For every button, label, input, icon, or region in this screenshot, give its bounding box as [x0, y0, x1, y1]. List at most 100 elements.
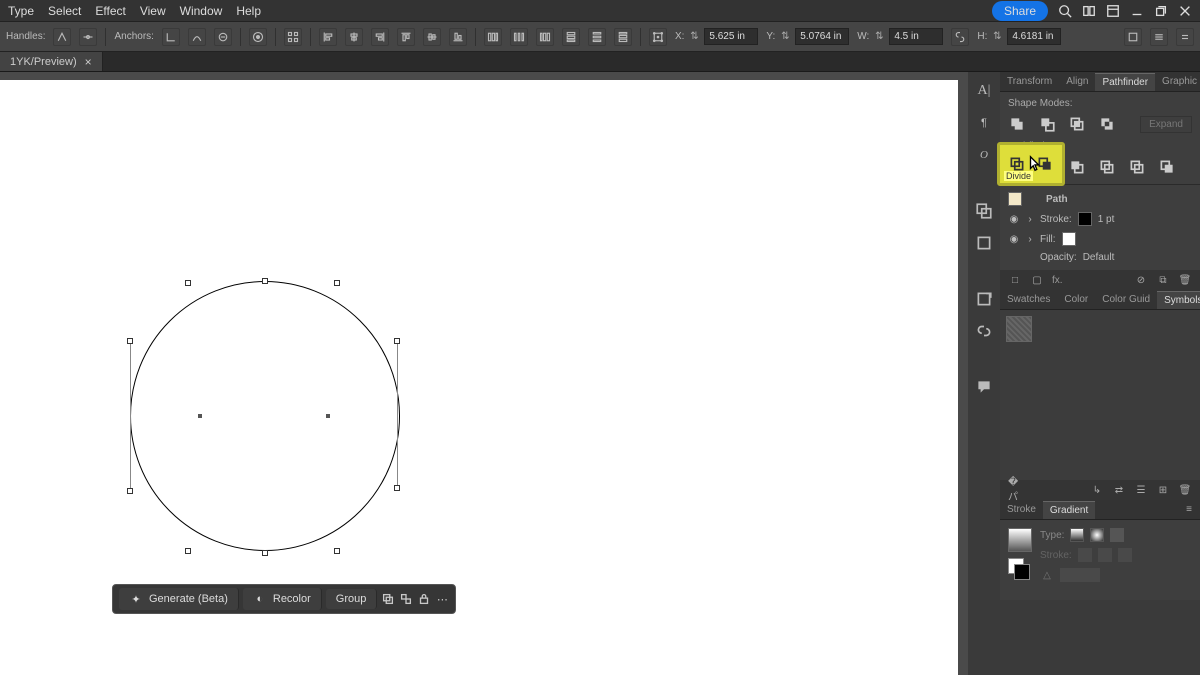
more-options-icon[interactable] — [1176, 28, 1194, 46]
tab-pathfinder[interactable]: Pathfinder — [1095, 73, 1155, 91]
menu-window[interactable]: Window — [180, 4, 223, 18]
group-button[interactable]: Group — [326, 589, 378, 609]
sel-handle-br[interactable] — [334, 548, 340, 554]
sel-handle-tr[interactable] — [334, 280, 340, 286]
close-tab-icon[interactable]: × — [85, 55, 92, 69]
transform-dock-icon[interactable] — [975, 234, 993, 252]
opacity-value[interactable]: Default — [1083, 252, 1115, 263]
align-top-icon[interactable] — [397, 28, 415, 46]
bezier-handle-l1[interactable] — [127, 338, 133, 344]
share-button[interactable]: Share — [992, 1, 1048, 21]
bezier-handle-r1[interactable] — [394, 338, 400, 344]
sel-handle-tl[interactable] — [185, 280, 191, 286]
search-icon[interactable] — [1058, 4, 1072, 18]
recolor-button[interactable]: ◐ Recolor — [243, 588, 322, 610]
list-view-icon[interactable] — [1150, 28, 1168, 46]
align-right-icon[interactable] — [371, 28, 389, 46]
ellipse-path[interactable] — [130, 281, 400, 551]
tab-color-guide[interactable]: Color Guid — [1095, 291, 1157, 308]
merge-icon[interactable] — [1068, 158, 1086, 176]
workspace-switcher-icon[interactable] — [1106, 4, 1120, 18]
clear-appearance-icon[interactable]: ⊘ — [1134, 273, 1148, 287]
exclude-icon[interactable] — [1098, 115, 1116, 133]
crop-icon[interactable] — [1098, 158, 1116, 176]
tab-transform[interactable]: Transform — [1000, 73, 1059, 90]
symbol-thumbnail[interactable] — [1006, 316, 1032, 342]
h-input[interactable] — [1007, 28, 1061, 45]
distribute-v-center-icon[interactable] — [588, 28, 606, 46]
convert-smooth-icon[interactable] — [188, 28, 206, 46]
export-panel-icon[interactable] — [975, 290, 993, 308]
fx-label[interactable]: fx. — [1052, 275, 1063, 286]
isolate-icon[interactable] — [249, 28, 267, 46]
unite-icon[interactable] — [1008, 115, 1026, 133]
angle-field[interactable] — [1060, 568, 1100, 582]
arrange-icon[interactable] — [381, 592, 395, 606]
delete-item-icon[interactable]: 🗑 — [1178, 273, 1192, 287]
sel-handle-bl[interactable] — [185, 548, 191, 554]
sel-handle-tc[interactable] — [262, 278, 268, 284]
fill-visibility-icon[interactable]: ◉ — [1008, 233, 1020, 245]
stroke-grad-1-icon[interactable] — [1078, 548, 1092, 562]
distribute-h-right-icon[interactable] — [536, 28, 554, 46]
panel-menu-icon[interactable]: ≡ — [1182, 503, 1196, 517]
intersect-icon[interactable] — [1068, 115, 1086, 133]
close-window-icon[interactable] — [1178, 4, 1192, 18]
delete-symbol-icon[interactable]: 🗑 — [1178, 483, 1192, 497]
opentype-panel-icon[interactable]: O — [975, 146, 993, 164]
minus-back-icon[interactable] — [1158, 158, 1176, 176]
menu-help[interactable]: Help — [236, 4, 261, 18]
transform-ref-icon[interactable] — [649, 28, 667, 46]
link-wh-icon[interactable] — [951, 28, 969, 46]
generate-beta-button[interactable]: ✦ Generate (Beta) — [119, 588, 239, 610]
bezier-handle-l2[interactable] — [127, 488, 133, 494]
place-symbol-icon[interactable]: ↳ — [1090, 483, 1104, 497]
links-panel-icon[interactable] — [975, 322, 993, 340]
snap-pixel-icon[interactable] — [1124, 28, 1142, 46]
tab-color[interactable]: Color — [1057, 291, 1095, 308]
linear-gradient-icon[interactable] — [1070, 528, 1084, 542]
x-input[interactable] — [704, 28, 758, 45]
tab-graphic-styles[interactable]: Graphic S — [1155, 73, 1200, 90]
sel-handle-bc[interactable] — [262, 550, 268, 556]
expand-button[interactable]: Expand — [1140, 116, 1192, 133]
distribute-h-center-icon[interactable] — [510, 28, 528, 46]
y-input[interactable] — [795, 28, 849, 45]
fill-color-swatch[interactable] — [1062, 232, 1076, 246]
arrange-windows-icon[interactable] — [1082, 4, 1096, 18]
align-bottom-icon[interactable] — [449, 28, 467, 46]
distribute-h-left-icon[interactable] — [484, 28, 502, 46]
duplicate-item-icon[interactable]: ⧉ — [1156, 273, 1170, 287]
align-left-icon[interactable] — [319, 28, 337, 46]
radial-gradient-icon[interactable] — [1090, 528, 1104, 542]
no-selection-icon[interactable]: □ — [1008, 273, 1022, 287]
stepper-icon[interactable]: ⇅ — [687, 30, 701, 44]
fill-stroke-toggle[interactable] — [1008, 558, 1030, 592]
character-panel-icon[interactable]: A| — [975, 82, 993, 100]
stroke-grad-3-icon[interactable] — [1118, 548, 1132, 562]
menu-select[interactable]: Select — [48, 4, 81, 18]
bezier-handle-r2[interactable] — [394, 485, 400, 491]
paragraph-panel-icon[interactable]: ¶ — [975, 114, 993, 132]
stepper-icon[interactable]: ⇅ — [778, 30, 792, 44]
align-hcenter-icon[interactable] — [345, 28, 363, 46]
menu-view[interactable]: View — [140, 4, 166, 18]
align-vcenter-icon[interactable] — [423, 28, 441, 46]
fill-expand-icon[interactable]: › — [1026, 234, 1034, 245]
pathfinder-dock-icon[interactable] — [975, 202, 993, 220]
stroke-grad-2-icon[interactable] — [1098, 548, 1112, 562]
distribute-v-bottom-icon[interactable] — [614, 28, 632, 46]
minimize-icon[interactable] — [1130, 4, 1144, 18]
tab-stroke[interactable]: Stroke — [1000, 501, 1043, 518]
more-icon[interactable]: ⋯ — [435, 592, 449, 606]
w-input[interactable] — [889, 28, 943, 45]
stepper-icon[interactable]: ⇅ — [872, 30, 886, 44]
tab-gradient[interactable]: Gradient — [1043, 501, 1095, 519]
layer-target-icon[interactable]: ▢ — [1030, 273, 1044, 287]
document-tab[interactable]: 1YK/Preview) × — [0, 52, 103, 71]
outline-icon[interactable] — [1128, 158, 1146, 176]
tab-swatches[interactable]: Swatches — [1000, 291, 1057, 308]
tab-align[interactable]: Align — [1059, 73, 1095, 90]
stroke-visibility-icon[interactable]: ◉ — [1008, 213, 1020, 225]
stroke-color-swatch[interactable] — [1078, 212, 1092, 226]
